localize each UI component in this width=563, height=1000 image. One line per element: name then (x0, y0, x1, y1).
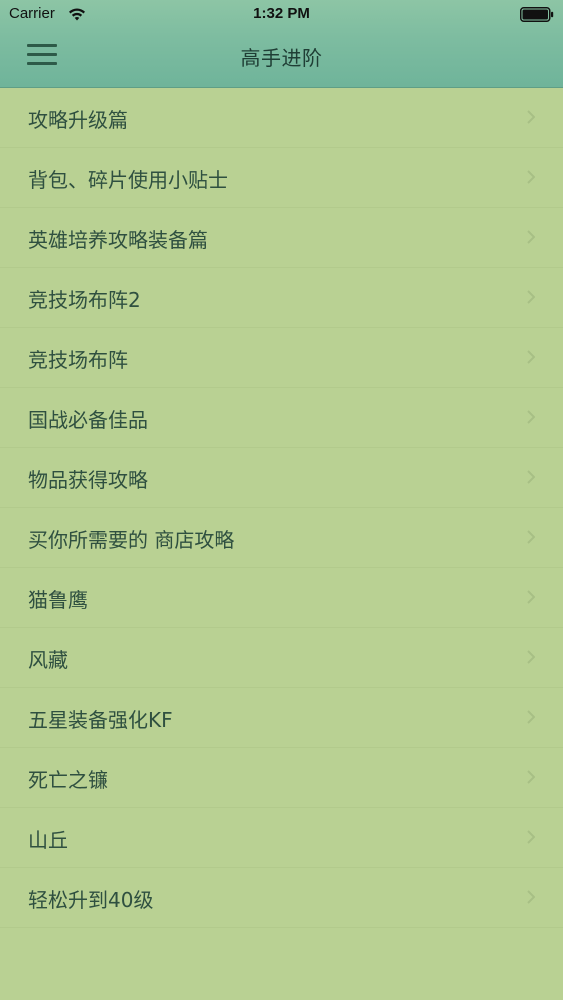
list-item-label: 背包、碎片使用小贴士 (28, 168, 228, 192)
chevron-right-icon (527, 830, 535, 844)
list-item[interactable]: 攻略升级篇 (0, 88, 563, 148)
list-item-label: 死亡之镰 (28, 768, 108, 792)
list-item[interactable]: 猫鲁鹰 (0, 568, 563, 628)
list-item-label: 轻松升到40级 (28, 888, 154, 912)
list-item-label: 五星装备强化KF (28, 708, 173, 732)
list-item[interactable]: 买你所需要的 商店攻略 (0, 508, 563, 568)
list-item-label: 山丘 (28, 828, 68, 852)
list-item[interactable]: 五星装备强化KF (0, 688, 563, 748)
navigation-bar: 高手进阶 (0, 30, 563, 88)
guide-list: 攻略升级篇 背包、碎片使用小贴士 英雄培养攻略装备篇 竞技场布阵2 竞技场布阵 … (0, 88, 563, 928)
list-item[interactable]: 国战必备佳品 (0, 388, 563, 448)
chevron-right-icon (527, 890, 535, 904)
chevron-right-icon (527, 350, 535, 364)
list-item-label: 风藏 (28, 648, 68, 672)
list-item-label: 英雄培养攻略装备篇 (28, 228, 208, 252)
list-item[interactable]: 物品获得攻略 (0, 448, 563, 508)
list-item[interactable]: 轻松升到40级 (0, 868, 563, 928)
chevron-right-icon (527, 770, 535, 784)
list-item[interactable]: 风藏 (0, 628, 563, 688)
chevron-right-icon (527, 410, 535, 424)
list-item-label: 物品获得攻略 (28, 468, 148, 492)
chevron-right-icon (527, 110, 535, 124)
chevron-right-icon (527, 650, 535, 664)
list-item-label: 买你所需要的 商店攻略 (28, 528, 235, 552)
list-item-label: 攻略升级篇 (28, 108, 128, 132)
list-item[interactable]: 背包、碎片使用小贴士 (0, 148, 563, 208)
list-item[interactable]: 英雄培养攻略装备篇 (0, 208, 563, 268)
chevron-right-icon (527, 530, 535, 544)
status-bar: Carrier 1:32 PM (0, 0, 563, 30)
list-item[interactable]: 山丘 (0, 808, 563, 868)
list-item[interactable]: 竞技场布阵 (0, 328, 563, 388)
chevron-right-icon (527, 470, 535, 484)
chevron-right-icon (527, 230, 535, 244)
chevron-right-icon (527, 170, 535, 184)
list-item-label: 猫鲁鹰 (28, 588, 88, 612)
chevron-right-icon (527, 290, 535, 304)
list-item[interactable]: 死亡之镰 (0, 748, 563, 808)
status-time: 1:32 PM (253, 5, 310, 22)
list-item-label: 国战必备佳品 (28, 408, 148, 432)
chevron-right-icon (527, 590, 535, 604)
list-item-label: 竞技场布阵 (28, 348, 128, 372)
chevron-right-icon (527, 710, 535, 724)
top-bar: Carrier 1:32 PM 高手进阶 (0, 0, 563, 88)
page-title: 高手进阶 (240, 46, 323, 70)
list-item-label: 竞技场布阵2 (28, 288, 141, 312)
list-item[interactable]: 竞技场布阵2 (0, 268, 563, 328)
battery-icon (520, 7, 554, 22)
